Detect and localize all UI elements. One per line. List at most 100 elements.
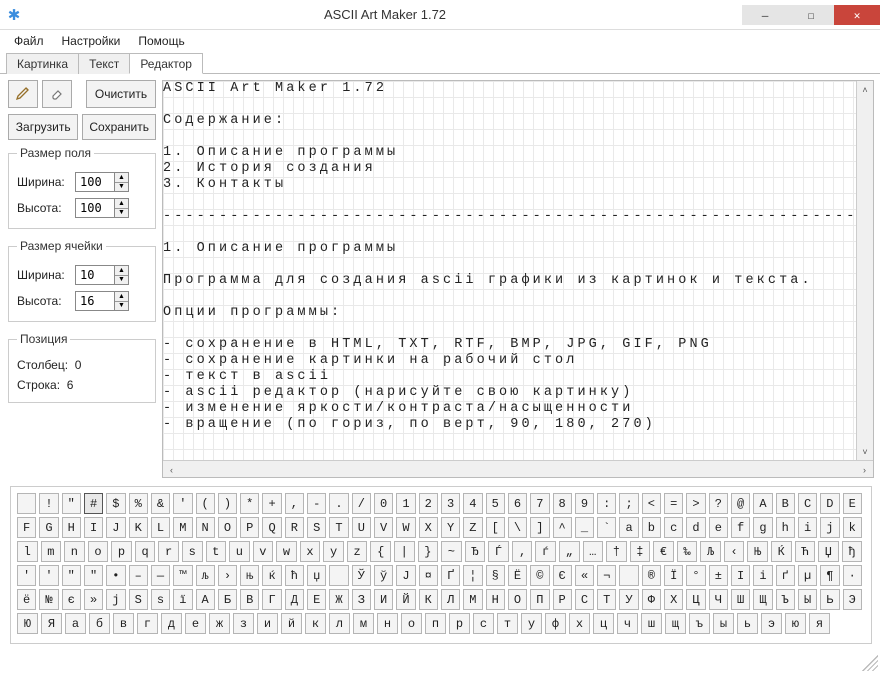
palette-key[interactable]: & [151, 493, 170, 514]
palette-key[interactable]: P [240, 517, 259, 538]
palette-key[interactable]: > [686, 493, 705, 514]
palette-key[interactable]: Q [262, 517, 281, 538]
palette-key[interactable]: $ [106, 493, 125, 514]
palette-key[interactable]: ј [106, 589, 125, 610]
palette-key[interactable]: X [419, 517, 438, 538]
palette-key[interactable]: Ъ [776, 589, 795, 610]
palette-key[interactable]: b [642, 517, 661, 538]
palette-key[interactable]: l [17, 541, 38, 562]
palette-key[interactable]: C [798, 493, 817, 514]
palette-key[interactable]: Ћ [795, 541, 816, 562]
palette-key[interactable]: … [583, 541, 604, 562]
scroll-up-icon[interactable]: ˄ [857, 81, 873, 98]
palette-key[interactable]: Ў [352, 565, 371, 586]
palette-key[interactable]: ґ [776, 565, 795, 586]
field-height-input[interactable] [75, 198, 115, 218]
palette-key[interactable]: W [396, 517, 415, 538]
palette-key[interactable]: . [329, 493, 348, 514]
palette-key[interactable]: Х [664, 589, 683, 610]
palette-key[interactable]: 0 [374, 493, 393, 514]
palette-key[interactable]: џ [307, 565, 326, 586]
palette-key[interactable]: Я [41, 613, 62, 634]
palette-key[interactable]: µ [798, 565, 817, 586]
cell-width-input[interactable] [75, 265, 115, 285]
field-width-stepper[interactable]: ▲▼ [115, 172, 129, 192]
palette-key[interactable]: - [307, 493, 326, 514]
palette-key[interactable]: u [229, 541, 250, 562]
palette-key[interactable]: K [129, 517, 148, 538]
palette-key[interactable]: • [106, 565, 125, 586]
palette-key[interactable]: † [606, 541, 627, 562]
clear-button[interactable]: Очистить [86, 80, 156, 108]
palette-key[interactable]: С [575, 589, 594, 610]
palette-key[interactable]: ¶ [820, 565, 839, 586]
palette-key[interactable]: z [347, 541, 368, 562]
palette-key[interactable]: › [218, 565, 237, 586]
palette-key[interactable]: У [619, 589, 638, 610]
palette-key[interactable]: ю [785, 613, 806, 634]
palette-key[interactable]: ъ [689, 613, 710, 634]
palette-key[interactable]: р [449, 613, 470, 634]
palette-key[interactable]: њ [240, 565, 259, 586]
palette-key[interactable]: ™ [173, 565, 192, 586]
palette-key[interactable]: ѕ [151, 589, 170, 610]
palette-key[interactable]: Д [285, 589, 304, 610]
palette-key[interactable]: Џ [818, 541, 839, 562]
palette-key[interactable]: v [253, 541, 274, 562]
palette-key[interactable]: O [218, 517, 237, 538]
palette-key[interactable]: ф [545, 613, 566, 634]
palette-key[interactable]: ч [617, 613, 638, 634]
palette-key[interactable]: — [151, 565, 170, 586]
palette-key[interactable]: € [653, 541, 674, 562]
palette-key[interactable]: A [753, 493, 772, 514]
palette-key[interactable]: Ю [17, 613, 38, 634]
palette-key[interactable]: в [113, 613, 134, 634]
palette-key[interactable]: Й [396, 589, 415, 610]
palette-key[interactable]: | [394, 541, 415, 562]
palette-key[interactable]: ы [713, 613, 734, 634]
palette-key[interactable]: Ґ [441, 565, 460, 586]
palette-key[interactable]: V [374, 517, 393, 538]
palette-key[interactable]: Щ [753, 589, 772, 610]
palette-key[interactable]: y [323, 541, 344, 562]
palette-key[interactable]: e [709, 517, 728, 538]
palette-key[interactable]: I [84, 517, 103, 538]
palette-key[interactable]: / [352, 493, 371, 514]
palette-key[interactable]: ± [709, 565, 728, 586]
palette-key[interactable]: _ [575, 517, 594, 538]
palette-key[interactable]: ) [218, 493, 237, 514]
palette-key[interactable]: ] [530, 517, 549, 538]
palette-key[interactable]: ' [17, 565, 36, 586]
scroll-left-icon[interactable]: ‹ [163, 461, 180, 478]
palette-key[interactable]: t [206, 541, 227, 562]
close-button[interactable]: ✕ [834, 5, 880, 25]
palette-key[interactable]: i [798, 517, 817, 538]
palette-key[interactable]: щ [665, 613, 686, 634]
palette-key[interactable]: 9 [575, 493, 594, 514]
palette-key[interactable]: k [843, 517, 862, 538]
palette-key[interactable]: \ [508, 517, 527, 538]
palette-key[interactable]: U [352, 517, 371, 538]
palette-key[interactable]: ш [641, 613, 662, 634]
palette-key[interactable]: ѓ [535, 541, 556, 562]
palette-key[interactable]: ? [709, 493, 728, 514]
palette-key[interactable]: Р [553, 589, 572, 610]
palette-key[interactable]: Z [463, 517, 482, 538]
palette-key[interactable]: 3 [441, 493, 460, 514]
palette-key[interactable]: Н [486, 589, 505, 610]
palette-key[interactable]: 5 [486, 493, 505, 514]
field-height-stepper[interactable]: ▲▼ [115, 198, 129, 218]
palette-key[interactable]: т [497, 613, 518, 634]
palette-key[interactable]: Ї [664, 565, 683, 586]
palette-key[interactable]: с [473, 613, 494, 634]
palette-key[interactable]: 1 [396, 493, 415, 514]
menu-help[interactable]: Помощь [130, 32, 192, 50]
palette-key[interactable]: О [508, 589, 527, 610]
palette-key[interactable]: x [300, 541, 321, 562]
palette-key[interactable]: љ [196, 565, 215, 586]
palette-key[interactable]: s [182, 541, 203, 562]
palette-key[interactable]: " [62, 493, 81, 514]
tab-editor[interactable]: Редактор [129, 53, 203, 74]
palette-key[interactable]: В [240, 589, 259, 610]
eraser-button[interactable] [42, 80, 72, 108]
